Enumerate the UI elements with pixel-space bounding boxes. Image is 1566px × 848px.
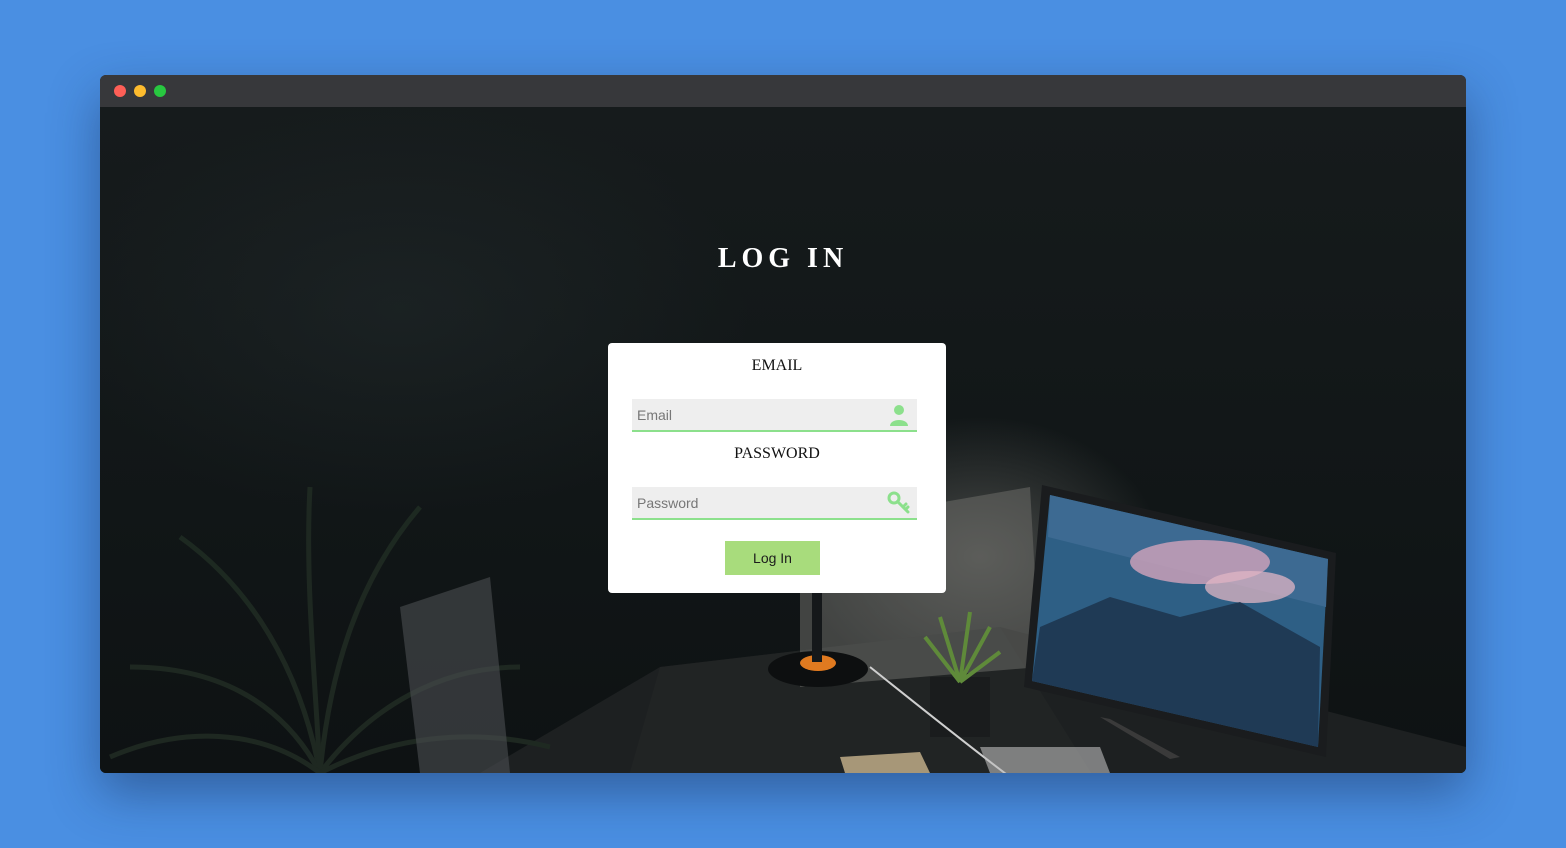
email-label: EMAIL [751,357,803,374]
login-form: EMAIL PASSWORD Log In [608,343,946,593]
page-content: LOG IN EMAIL PASSWORD Log In [100,107,1466,773]
key-icon [887,491,910,514]
maximize-window-button[interactable] [154,85,166,97]
page-title: LOG IN [717,243,849,274]
window-titlebar [100,75,1466,107]
email-field[interactable] [632,399,917,430]
password-field[interactable] [632,487,917,518]
browser-window: LOG IN EMAIL PASSWORD Log In [100,75,1466,773]
minimize-window-button[interactable] [134,85,146,97]
password-field-wrapper [632,487,917,520]
user-icon [890,405,908,426]
email-field-wrapper [632,399,917,432]
password-label: PASSWORD [734,445,820,462]
close-window-button[interactable] [114,85,126,97]
login-button[interactable]: Log In [725,541,820,575]
